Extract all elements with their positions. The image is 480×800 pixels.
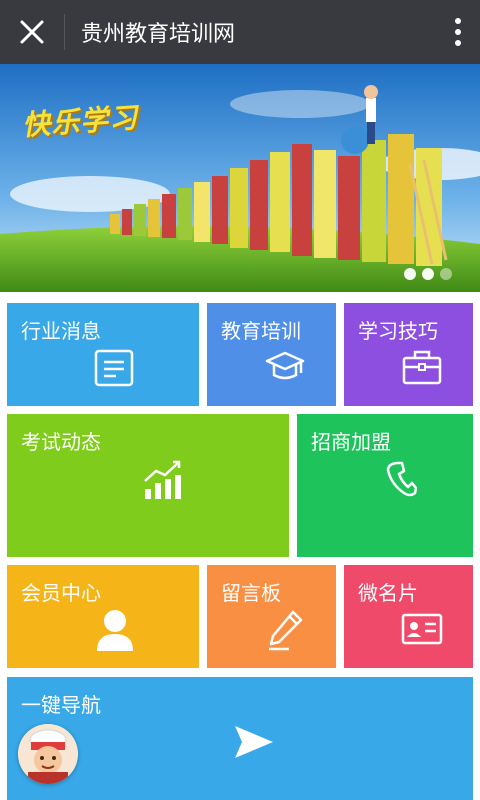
tile-label: 会员中心 [21,581,101,605]
chef-mascot-icon [18,724,78,784]
pen-icon [269,610,303,651]
document-icon [94,349,134,387]
more-button[interactable] [436,0,480,64]
carousel-dot[interactable] [422,268,434,280]
top-bar: 贵州教育培训网 [0,0,480,64]
close-icon [20,20,44,44]
tile-navigation[interactable]: 一键导航 [7,677,473,800]
tile-education-training[interactable]: 教育培训 [207,303,336,406]
tile-label: 考试动态 [21,430,101,454]
tile-franchise[interactable]: 招商加盟 [297,414,473,557]
banner-carousel[interactable]: 快乐学习 [0,64,480,292]
tile-study-tips[interactable]: 学习技巧 [344,303,473,406]
close-button[interactable] [0,0,64,64]
carousel-dot[interactable] [404,268,416,280]
carousel-dot[interactable] [440,268,452,280]
page-title: 贵州教育培训网 [81,22,236,47]
carousel-indicators [404,268,452,280]
tile-label: 留言板 [221,581,281,605]
tile-label: 学习技巧 [358,319,438,343]
tile-label: 教育培训 [221,319,301,343]
tile-exam-news[interactable]: 考试动态 [7,414,289,557]
tile-message-board[interactable]: 留言板 [207,565,336,668]
tile-label: 行业消息 [21,319,101,343]
graduation-cap-icon [265,351,305,380]
send-icon [235,726,273,758]
tile-member-center[interactable]: 会员中心 [7,565,199,668]
briefcase-icon [402,350,442,385]
header-divider [64,14,65,50]
id-card-icon [401,613,443,645]
banner-image [0,64,480,292]
tile-label: 招商加盟 [311,430,391,454]
avatar-button[interactable] [18,724,78,784]
user-icon [97,610,133,651]
tile-industry-news[interactable]: 行业消息 [7,303,199,406]
phone-icon [386,461,417,497]
tile-label: 微名片 [358,581,418,605]
tile-business-card[interactable]: 微名片 [344,565,473,668]
banner-headline: 快乐学习 [21,100,140,143]
bar-chart-trend-icon [144,460,181,499]
tile-label: 一键导航 [21,693,101,717]
more-vertical-icon [455,18,461,46]
